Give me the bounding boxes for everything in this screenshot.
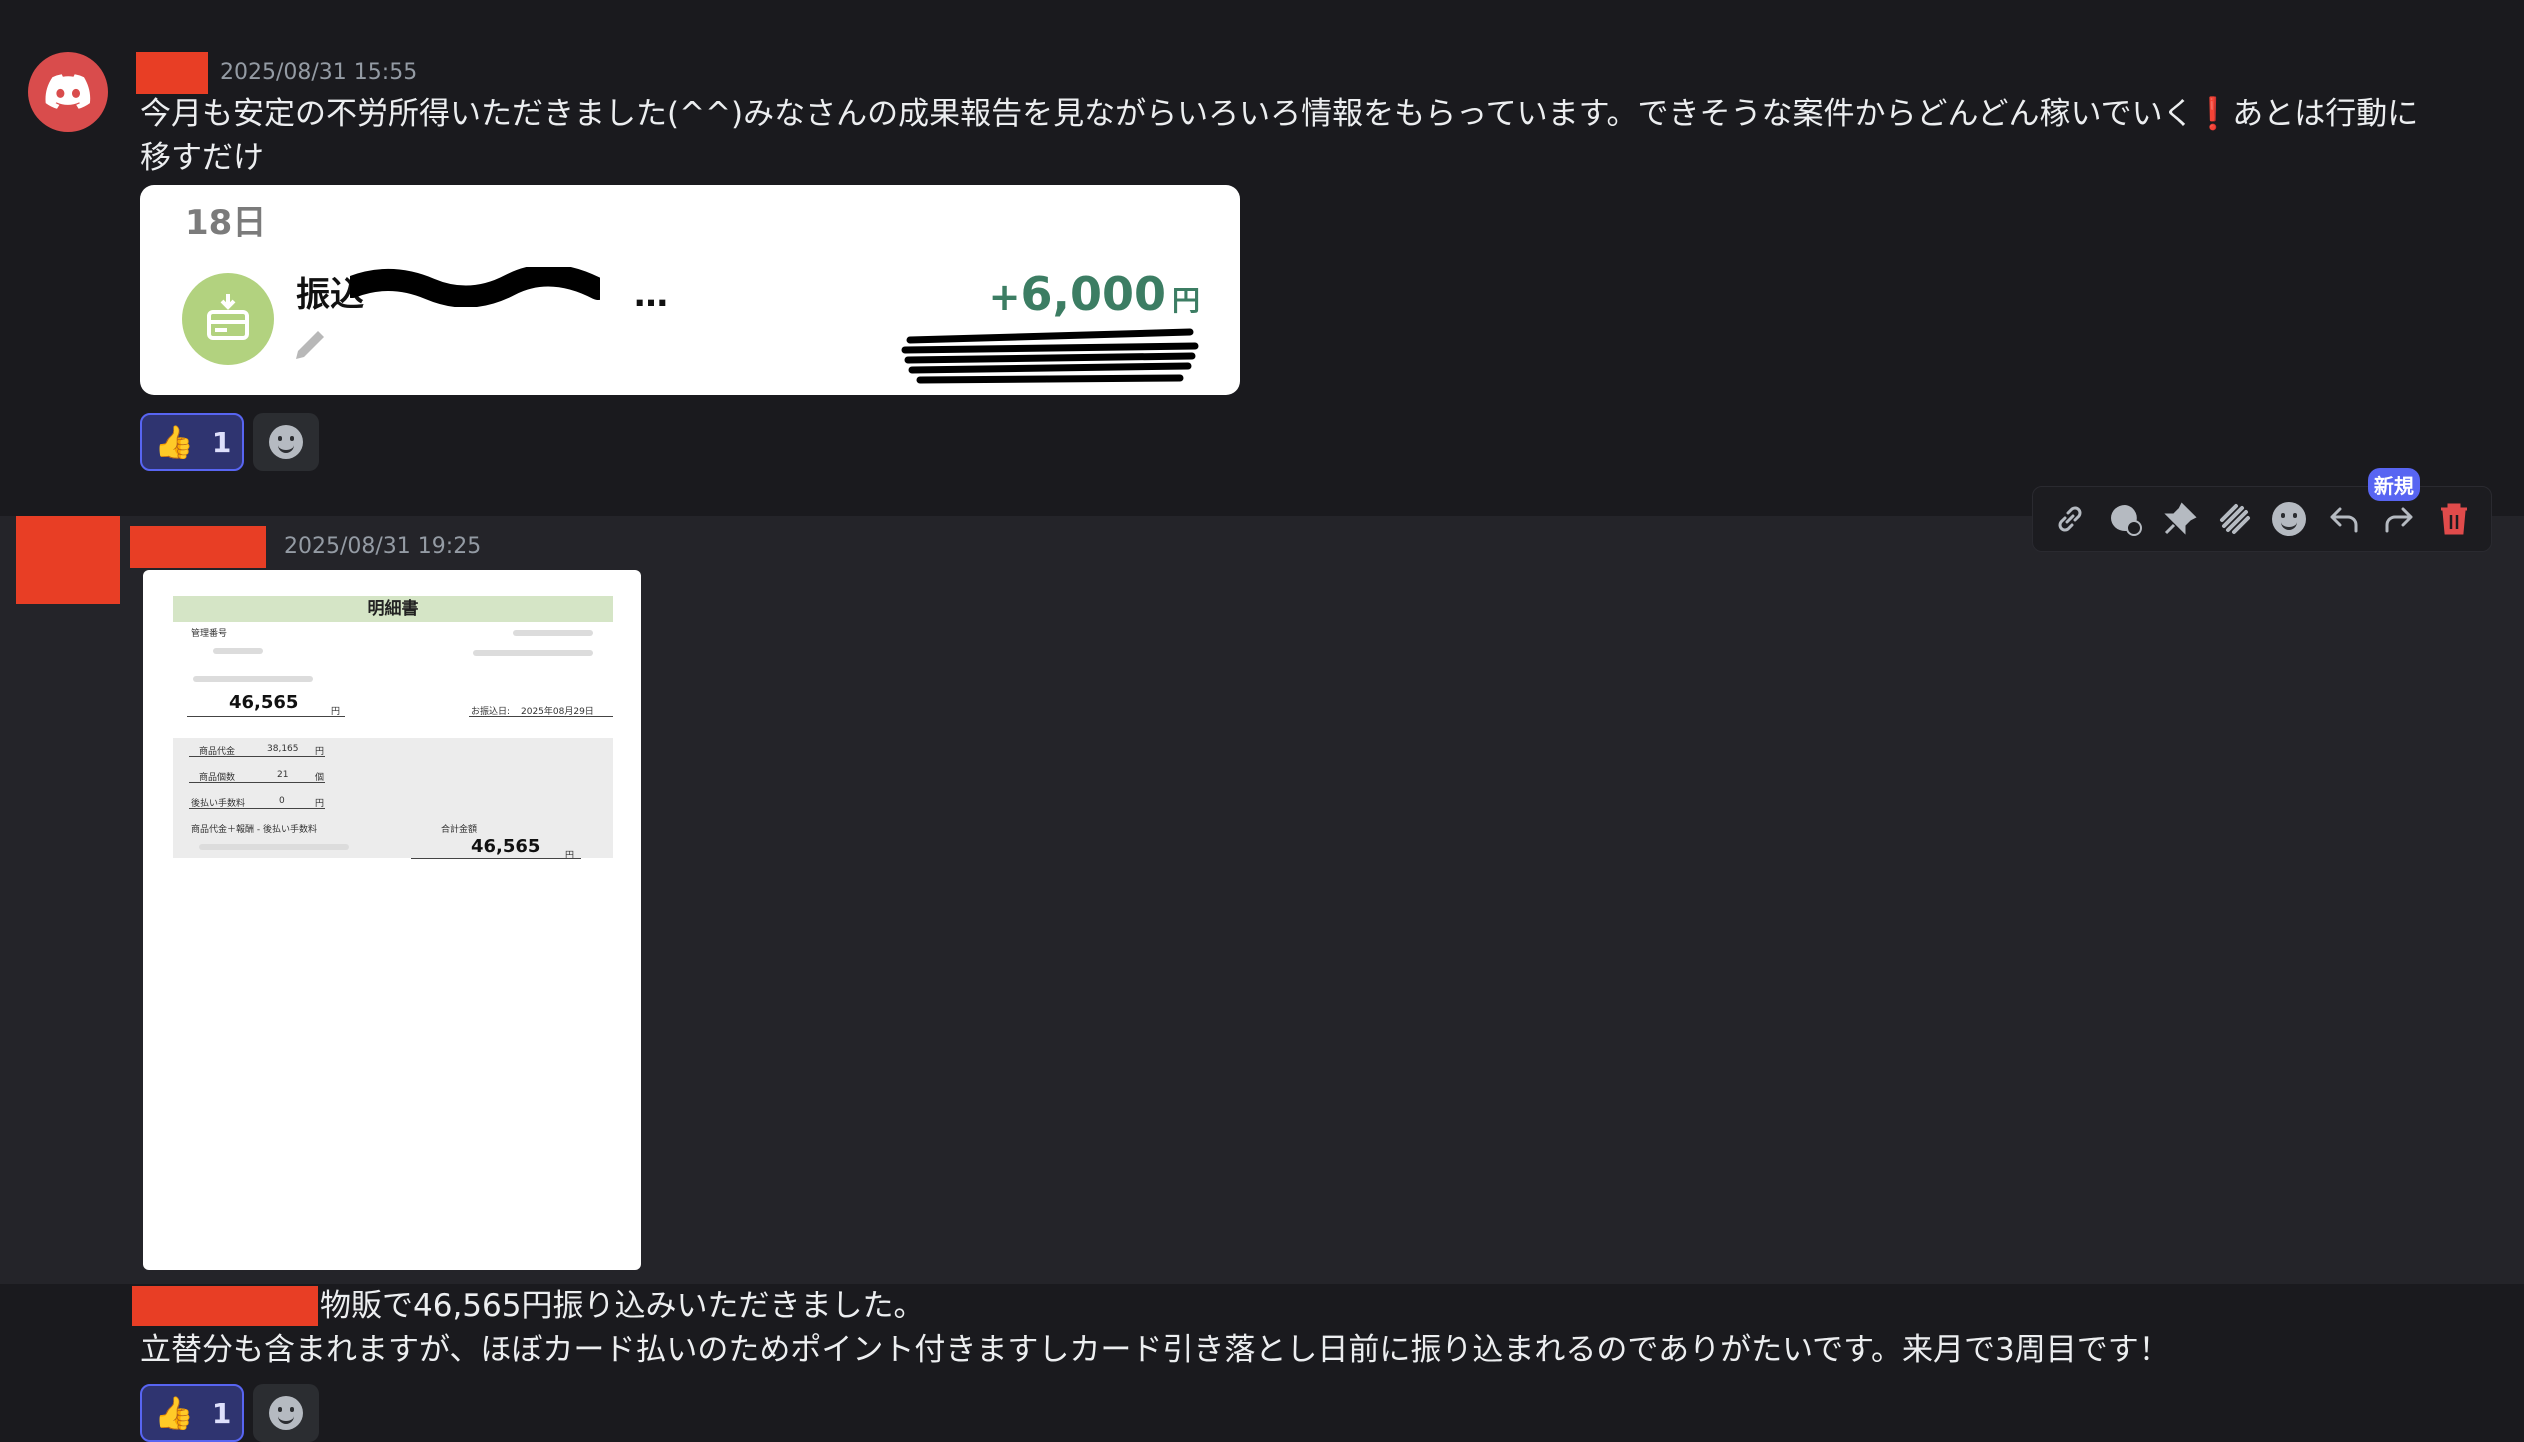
delete-button[interactable]	[2433, 498, 2475, 540]
blurred-text	[513, 630, 593, 636]
reply-button[interactable]	[2323, 498, 2365, 540]
wand-icon	[2219, 504, 2250, 534]
card-title-ellipsis: …	[634, 275, 668, 315]
create-thread-button[interactable]	[2104, 498, 2146, 540]
blurred-text	[199, 844, 349, 850]
add-reaction-button[interactable]	[253, 413, 319, 471]
pin-icon	[2164, 502, 2197, 535]
card-day: 18日	[185, 203, 267, 243]
forward-button[interactable]: 新規	[2367, 468, 2420, 540]
reply-icon	[2330, 507, 2358, 533]
reaction-count: 1	[211, 425, 232, 459]
message-2: 2025/08/31 19:25 新規 明細書 管理番号 46,565 円 お振…	[0, 468, 2524, 1284]
link-icon	[2058, 506, 2082, 532]
message-text-line2: 移すだけ	[140, 140, 264, 176]
statement-title: 明細書	[367, 599, 419, 619]
thread-icon	[2111, 505, 2143, 536]
blurred-text	[213, 648, 263, 654]
redaction-scribble-2	[901, 328, 1199, 384]
message-text-part2: あとは行動に	[2232, 96, 2419, 132]
statement-image[interactable]: 明細書 管理番号 46,565 円 お振込日: 2025年08月29日 商品代金…	[143, 570, 641, 1270]
amount-value: 6,000	[1020, 267, 1166, 321]
amount-currency: 円	[1171, 284, 1200, 317]
message-1: 2025/08/31 15:55 今月も安定の不労所得いただきました(^^)みな…	[0, 0, 2524, 505]
smiley-icon	[2272, 502, 2307, 536]
statement-total-top: 46,565	[229, 692, 299, 713]
smiley-icon	[269, 1396, 303, 1430]
underline	[187, 716, 345, 717]
add-reaction-toolbar-button[interactable]	[2268, 498, 2310, 540]
smiley-icon	[269, 425, 303, 459]
statement-header: 明細書	[173, 596, 613, 622]
edit-pencil-icon	[296, 331, 324, 359]
deposit-icon	[182, 273, 274, 365]
message-line2: 立替分も含まれますが、ほぼカード払いのためポイント付きますしカード引き落とし日前…	[140, 1332, 2170, 1368]
amount-sign: +	[988, 275, 1021, 319]
pin-message-button[interactable]	[2159, 498, 2201, 540]
underline	[469, 716, 613, 717]
underline	[189, 756, 325, 757]
yen-label: 円	[565, 851, 575, 861]
underline	[189, 808, 325, 809]
message-text-part1: 今月も安定の不労所得いただきました(^^)みなさんの成果報告を見ながらいろいろ情…	[140, 96, 2194, 132]
forward-icon	[2385, 507, 2413, 533]
user-avatar-discord[interactable]	[28, 52, 108, 132]
add-reaction-button[interactable]	[253, 1384, 319, 1442]
discord-logo-icon	[45, 74, 91, 109]
reaction-thumbs-up[interactable]: 👍 1	[140, 413, 244, 471]
row1-value: 38,165	[267, 744, 299, 754]
row3-value: 0	[279, 796, 285, 806]
statement-total-bottom: 46,565	[471, 836, 541, 857]
mgmt-label: 管理番号	[191, 629, 228, 639]
bottom-label: 商品代金＋報酬 - 後払い手数料	[191, 825, 317, 835]
message-content: 今月も安定の不労所得いただきました(^^)みなさんの成果報告を見ながらいろいろ情…	[140, 92, 2418, 180]
message-timestamp[interactable]: 2025/08/31 15:55	[220, 60, 417, 85]
thumbs-up-emoji: 👍	[154, 1394, 194, 1432]
blurred-text	[473, 650, 593, 656]
redaction-scribble	[350, 267, 600, 307]
reaction-thumbs-up[interactable]: 👍 1	[140, 1384, 244, 1442]
blurred-text	[193, 676, 313, 682]
message-line1: 物販で46,565円振り込みいただきました。	[320, 1288, 925, 1324]
trash-icon	[2440, 503, 2467, 535]
message-timestamp[interactable]: 2025/08/31 19:25	[284, 534, 481, 559]
redacted-username[interactable]	[136, 52, 208, 94]
underline	[411, 858, 581, 859]
message-3: 物販で46,565円振り込みいただきました。 立替分も含まれますが、ほぼカード払…	[0, 1284, 2524, 1442]
underline	[189, 782, 325, 783]
row2-value: 21	[277, 770, 289, 780]
redacted-avatar[interactable]	[16, 516, 120, 604]
thumbs-up-emoji: 👍	[154, 423, 194, 461]
reaction-count: 1	[211, 1396, 232, 1430]
bank-transfer-image[interactable]: 18日 振込… +6,000 円	[140, 185, 1240, 395]
exclamation-emoji: ❗	[2193, 96, 2233, 132]
copy-link-button[interactable]	[2049, 498, 2091, 540]
message-action-toolbar: 新規	[2032, 468, 2492, 552]
redacted-mention[interactable]	[132, 1286, 318, 1326]
card-amount: +6,000 円	[989, 267, 1200, 321]
new-badge: 新規	[2367, 468, 2420, 501]
apps-button[interactable]	[2214, 498, 2256, 540]
redacted-username[interactable]	[130, 526, 266, 568]
sum-label: 合計金額	[441, 825, 478, 835]
